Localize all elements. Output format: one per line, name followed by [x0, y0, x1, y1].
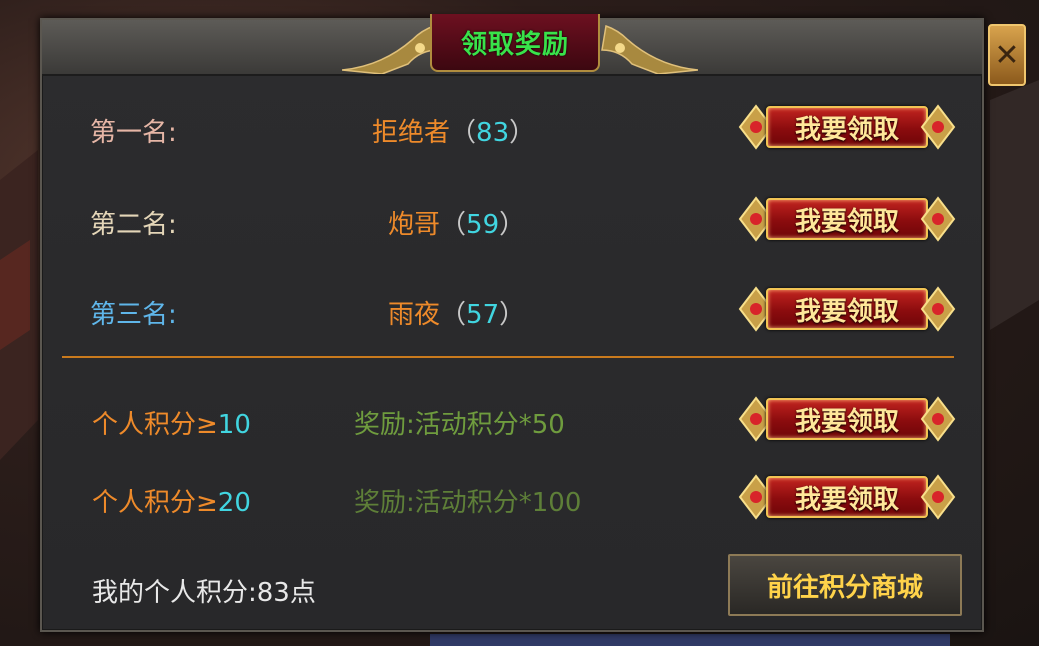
claim-button-label: 我要领取 — [794, 484, 899, 515]
my-points-label: 我的个人积分: — [92, 578, 257, 608]
right-ornament-icon — [601, 25, 698, 74]
claim-button[interactable]: 我要领取 — [736, 190, 958, 248]
go-to-points-shop-button[interactable]: 前往积分商城 — [728, 554, 962, 616]
player-score: 57 — [466, 300, 500, 330]
claim-button[interactable]: 我要领取 — [736, 468, 958, 526]
rank-label: 第一名: — [90, 118, 177, 148]
reward-dialog: 领取奖励 第一名: 拒绝者（83） 我要领取 第二名: 炮哥（59） 我要领取 — [40, 14, 984, 632]
paren-close: ） — [499, 300, 526, 330]
rank-label: 第三名: — [90, 300, 177, 330]
paren-open: （ — [440, 300, 467, 330]
paren-close: ） — [509, 118, 536, 148]
reward-value: 活动积分*100 — [414, 488, 582, 518]
tier-req-label: 个人积分≥ — [92, 488, 218, 518]
close-icon[interactable]: ✕ — [988, 24, 1026, 86]
claim-button-label: 我要领取 — [794, 114, 899, 145]
reward-prefix: 奖励: — [354, 410, 415, 440]
claim-button-label: 我要领取 — [794, 206, 899, 237]
tier-reward: 奖励:活动积分*50 — [354, 404, 565, 441]
rank-label: 第二名: — [90, 210, 177, 240]
claim-button[interactable]: 我要领取 — [736, 390, 958, 448]
tier-reward: 奖励:活动积分*100 — [354, 482, 581, 519]
rank-player: 拒绝者（83） — [372, 112, 535, 149]
rank-row-3: 第三名: 雨夜（57） 我要领取 — [42, 280, 982, 340]
tier-row-2: 个人积分≥20 奖励:活动积分*100 我要领取 — [42, 468, 982, 528]
player-score: 59 — [466, 210, 500, 240]
rank-player: 炮哥（59） — [388, 204, 525, 241]
tier-requirement: 个人积分≥10 — [92, 404, 251, 441]
rank-player: 雨夜（57） — [388, 294, 525, 331]
tier-requirement: 个人积分≥20 — [92, 482, 251, 519]
claim-button[interactable]: 我要领取 — [736, 280, 958, 338]
rank-row-2: 第二名: 炮哥（59） 我要领取 — [42, 190, 982, 250]
left-ornament-icon — [342, 25, 439, 74]
my-points-value: 83点 — [256, 578, 316, 608]
paren-open: （ — [440, 210, 467, 240]
paren-open: （ — [450, 118, 477, 148]
player-name: 雨夜 — [388, 300, 441, 330]
reward-prefix: 奖励: — [354, 488, 415, 518]
my-points: 我的个人积分:83点 — [92, 572, 316, 609]
tier-req-label: 个人积分≥ — [92, 410, 218, 440]
tier-req-value: 20 — [217, 488, 251, 518]
player-score: 83 — [476, 118, 510, 148]
tier-row-1: 个人积分≥10 奖励:活动积分*50 我要领取 — [42, 390, 982, 450]
rank-row-1: 第一名: 拒绝者（83） 我要领取 — [42, 98, 982, 158]
claim-button-label: 我要领取 — [794, 296, 899, 327]
claim-button-label: 我要领取 — [794, 406, 899, 437]
paren-close: ） — [499, 210, 526, 240]
player-name: 拒绝者 — [372, 118, 451, 148]
title-plate: 领取奖励 — [430, 14, 600, 72]
reward-value: 活动积分*50 — [414, 410, 565, 440]
claim-button[interactable]: 我要领取 — [736, 98, 958, 156]
title-bar: 领取奖励 — [42, 14, 982, 76]
player-name: 炮哥 — [388, 210, 441, 240]
dialog-title: 领取奖励 — [460, 29, 569, 60]
section-divider — [62, 356, 954, 358]
tier-req-value: 10 — [217, 410, 251, 440]
